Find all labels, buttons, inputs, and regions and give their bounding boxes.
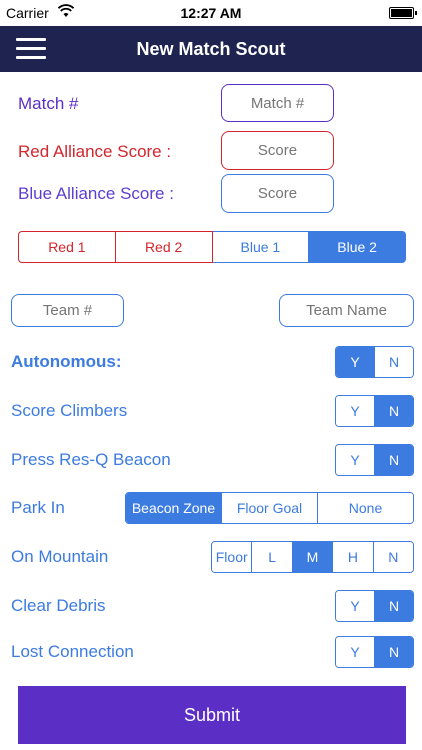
lost-connection-toggle: Y N	[335, 636, 414, 668]
on-mountain-selector: Floor L M H N	[211, 541, 414, 573]
red-alliance-score-label: Red Alliance Score :	[18, 142, 172, 161]
clear-debris-toggle: Y N	[335, 590, 414, 622]
blue-alliance-score-label: Blue Alliance Score :	[18, 184, 174, 203]
red-alliance-score-input[interactable]	[221, 131, 334, 170]
alliance-option-red-1[interactable]: Red 1	[18, 231, 116, 263]
autonomous-option-y[interactable]: Y	[336, 347, 374, 377]
park-in-option-none[interactable]: None	[317, 493, 413, 523]
alliance-option-blue-2[interactable]: Blue 2	[309, 231, 406, 263]
match-number-label: Match #	[18, 94, 79, 113]
press-beacon-toggle: Y N	[335, 444, 414, 476]
status-time: 12:27 AM	[180, 5, 242, 21]
autonomous-label: Autonomous:	[11, 352, 122, 371]
team-number-input[interactable]	[11, 294, 124, 327]
clear-debris-option-y[interactable]: Y	[336, 591, 374, 621]
match-number-input[interactable]	[221, 84, 334, 122]
on-mountain-option-h[interactable]: H	[332, 542, 373, 572]
page-title: New Match Scout	[136, 39, 286, 59]
on-mountain-option-l[interactable]: L	[251, 542, 292, 572]
press-beacon-label: Press Res-Q Beacon	[11, 450, 171, 469]
alliance-position-selector: Red 1 Red 2 Blue 1 Blue 2	[18, 231, 406, 263]
press-beacon-option-y[interactable]: Y	[336, 445, 374, 475]
score-climbers-toggle: Y N	[335, 395, 414, 427]
score-climbers-option-n[interactable]: N	[374, 396, 413, 426]
team-name-input[interactable]	[279, 294, 414, 327]
alliance-option-blue-1[interactable]: Blue 1	[212, 231, 310, 263]
clear-debris-option-n[interactable]: N	[374, 591, 413, 621]
lost-connection-option-n[interactable]: N	[374, 637, 413, 667]
park-in-selector: Beacon Zone Floor Goal None	[125, 492, 414, 524]
on-mountain-option-floor[interactable]: Floor	[212, 542, 252, 572]
score-climbers-option-y[interactable]: Y	[336, 396, 374, 426]
alliance-option-red-2[interactable]: Red 2	[115, 231, 213, 263]
battery-icon	[389, 7, 417, 19]
press-beacon-option-n[interactable]: N	[374, 445, 413, 475]
on-mountain-option-m[interactable]: M	[291, 542, 333, 572]
clear-debris-label: Clear Debris	[11, 596, 106, 615]
autonomous-toggle: Y N	[335, 346, 414, 378]
autonomous-option-n[interactable]: N	[374, 347, 413, 377]
lost-connection-option-y[interactable]: Y	[336, 637, 374, 667]
blue-alliance-score-input[interactable]	[221, 174, 334, 213]
park-in-label: Park In	[11, 498, 65, 517]
on-mountain-label: On Mountain	[11, 547, 109, 566]
navigation-bar: New Match Scout	[0, 26, 422, 72]
on-mountain-option-n[interactable]: N	[372, 542, 413, 572]
park-in-option-beacon-zone[interactable]: Beacon Zone	[126, 493, 221, 523]
park-in-option-floor-goal[interactable]: Floor Goal	[221, 493, 317, 523]
lost-connection-label: Lost Connection	[11, 642, 134, 661]
submit-button[interactable]: Submit	[18, 686, 406, 744]
status-bar: Carrier 12:27 AM	[0, 0, 422, 26]
score-climbers-label: Score Climbers	[11, 401, 128, 420]
